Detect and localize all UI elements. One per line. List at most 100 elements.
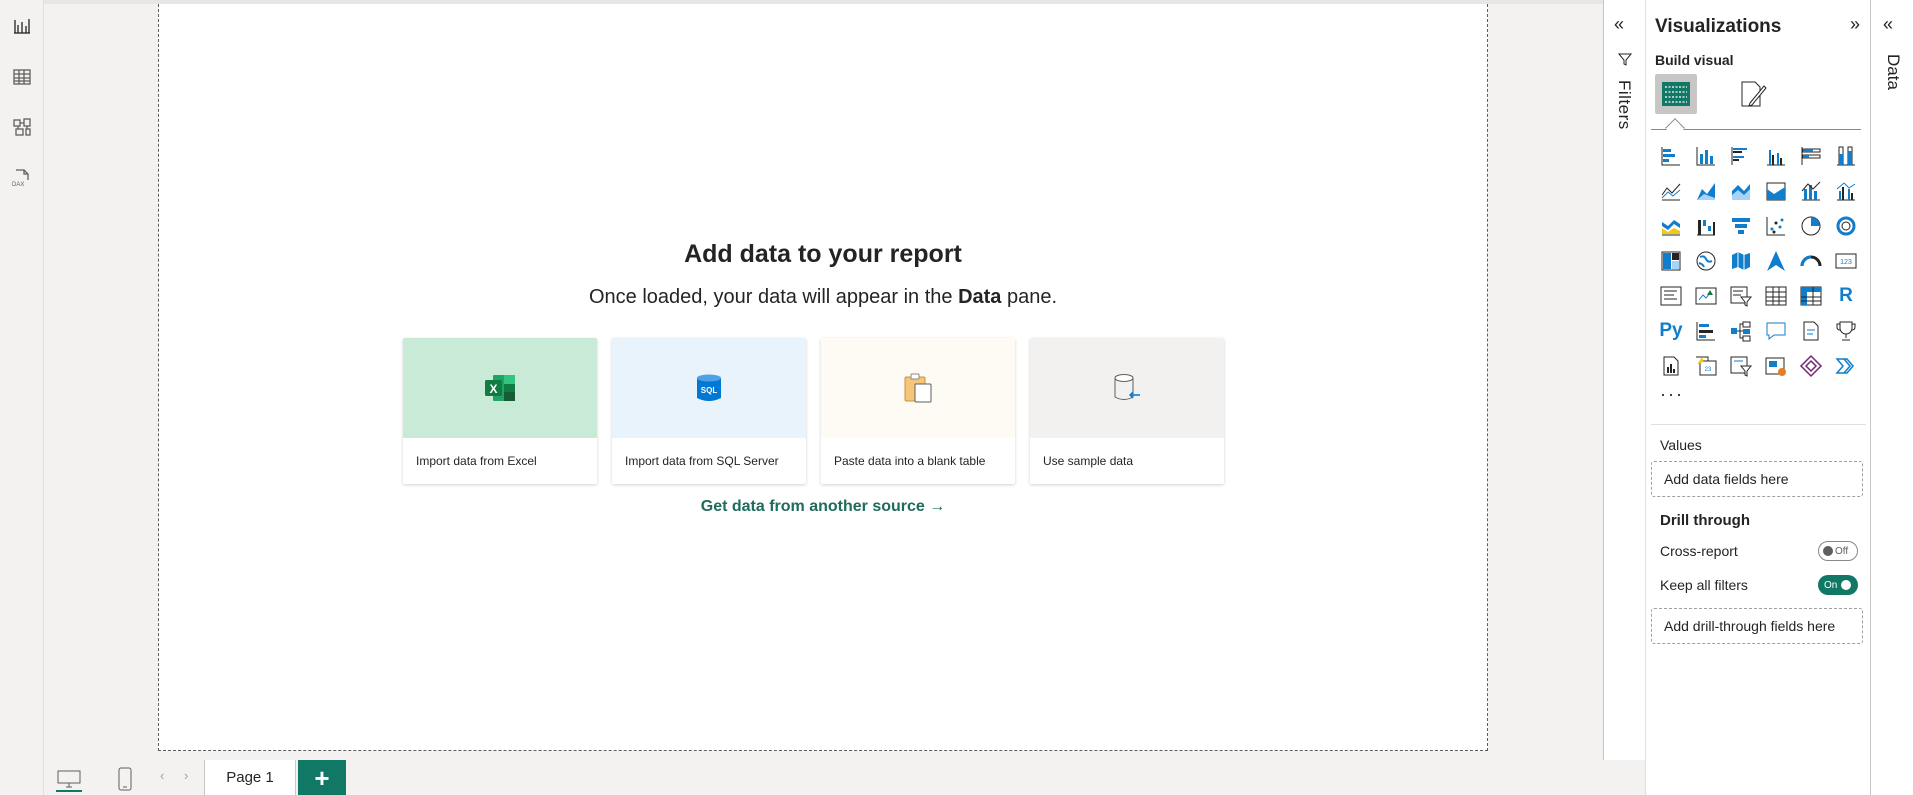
keep-all-filters-toggle[interactable]: On xyxy=(1818,575,1858,595)
cross-report-toggle[interactable]: Off xyxy=(1818,541,1858,561)
stacked-area-chart-icon[interactable] xyxy=(1727,177,1755,205)
card-icon-area xyxy=(821,338,1015,438)
python-visual-icon[interactable]: Py xyxy=(1657,317,1685,345)
table-view-button[interactable] xyxy=(4,59,40,95)
card-icon[interactable]: 123 xyxy=(1832,247,1860,275)
expand-data-icon[interactable]: « xyxy=(1883,14,1893,35)
diamond-visual-icon[interactable] xyxy=(1797,352,1825,380)
stacked-column-chart-icon[interactable] xyxy=(1692,142,1720,170)
dax-icon: DAX xyxy=(12,169,29,188)
sql-icon: SQL xyxy=(697,374,721,401)
format-visual-tab[interactable] xyxy=(1732,74,1774,114)
power-apps-icon[interactable] xyxy=(1727,352,1755,380)
key-influencers-icon[interactable] xyxy=(1692,317,1720,345)
treemap-icon[interactable] xyxy=(1657,247,1685,275)
subtitle-text-before: Once loaded, your data will appear in th… xyxy=(588,286,959,308)
expand-filters-icon[interactable]: « xyxy=(1614,14,1624,35)
filled-map-icon[interactable] xyxy=(1727,247,1755,275)
filters-label: Filters xyxy=(1615,80,1634,130)
values-label: Values xyxy=(1660,437,1702,453)
ribbon-chart-icon[interactable] xyxy=(1657,212,1685,240)
subtitle-bold: Data xyxy=(958,286,1002,308)
import-excel-card[interactable]: X Import data from Excel xyxy=(403,338,597,484)
metrics-icon[interactable] xyxy=(1832,317,1860,345)
decomposition-tree-icon[interactable] xyxy=(1727,317,1755,345)
clustered-column-chart-icon[interactable] xyxy=(1762,142,1790,170)
page-tab[interactable]: Page 1 xyxy=(204,760,296,795)
matrix-icon[interactable] xyxy=(1797,282,1825,310)
import-sql-server-card[interactable]: SQL Import data from SQL Server xyxy=(612,338,806,484)
100-stacked-area-chart-icon[interactable] xyxy=(1762,177,1790,205)
build-visual-label: Build visual xyxy=(1655,52,1734,68)
slicer-icon[interactable] xyxy=(1727,282,1755,310)
svg-text:123: 123 xyxy=(1840,259,1852,266)
drill-through-field-well[interactable]: Add drill-through fields here xyxy=(1651,608,1863,644)
subtitle-text-after: pane. xyxy=(1001,286,1058,308)
cross-report-label: Cross-report xyxy=(1660,543,1738,559)
get-data-link[interactable]: Get data from another source → xyxy=(159,498,1487,516)
clustered-bar-chart-icon[interactable] xyxy=(1727,142,1755,170)
filter-icon xyxy=(1617,52,1633,71)
drill-through-title: Drill through xyxy=(1660,512,1750,529)
clipboard-icon xyxy=(904,373,932,403)
donut-chart-icon[interactable] xyxy=(1832,212,1860,240)
line-and-clustered-column-chart-icon[interactable] xyxy=(1832,177,1860,205)
filters-pane-collapsed[interactable]: « Filters xyxy=(1603,0,1645,760)
100-stacked-column-chart-icon[interactable] xyxy=(1832,142,1860,170)
data-pane-collapsed[interactable]: « Data xyxy=(1870,0,1913,795)
svg-text:X: X xyxy=(489,382,497,396)
card-icon-area: SQL xyxy=(612,338,806,438)
view-rail: DAX xyxy=(0,0,44,795)
area-chart-icon[interactable] xyxy=(1692,177,1720,205)
active-tab-caret xyxy=(1665,118,1685,138)
dax-query-view-button[interactable]: DAX xyxy=(4,160,40,196)
collapse-visualizations-icon[interactable]: » xyxy=(1850,14,1860,35)
stacked-bar-chart-icon[interactable] xyxy=(1657,142,1685,170)
build-visual-icon xyxy=(1662,82,1690,106)
waterfall-chart-icon[interactable] xyxy=(1692,212,1720,240)
build-visual-tab[interactable] xyxy=(1655,74,1697,114)
svg-text:DAX: DAX xyxy=(12,182,24,188)
kpi-icon[interactable] xyxy=(1692,282,1720,310)
data-source-cards: X Import data from Excel SQL Import data… xyxy=(403,338,1224,484)
paginated-report-icon[interactable] xyxy=(1657,352,1685,380)
map-icon[interactable] xyxy=(1692,247,1720,275)
100-stacked-bar-chart-icon[interactable] xyxy=(1797,142,1825,170)
card-icon-area xyxy=(1030,338,1224,438)
power-automate-flow-icon[interactable] xyxy=(1832,352,1860,380)
data-pane-label: Data xyxy=(1884,54,1903,90)
azure-map-icon[interactable] xyxy=(1762,247,1790,275)
toggle-state: On xyxy=(1824,579,1838,591)
azure-map-card-icon[interactable]: 23 xyxy=(1692,352,1720,380)
multi-row-card-icon[interactable] xyxy=(1657,282,1685,310)
table-visual-icon[interactable] xyxy=(1762,282,1790,310)
mobile-layout-button[interactable] xyxy=(116,766,134,792)
r-script-visual-icon[interactable]: R xyxy=(1832,282,1860,310)
line-chart-icon[interactable] xyxy=(1657,177,1685,205)
add-page-button[interactable]: + xyxy=(298,760,346,795)
scatter-chart-icon[interactable] xyxy=(1762,212,1790,240)
smart-narrative-icon[interactable] xyxy=(1797,317,1825,345)
empty-state-subtitle: Once loaded, your data will appear in th… xyxy=(159,286,1487,309)
values-field-well[interactable]: Add data fields here xyxy=(1651,461,1863,497)
report-page[interactable]: Add data to your report Once loaded, you… xyxy=(158,4,1488,751)
monitor-icon xyxy=(57,770,81,788)
visualizations-pane: Visualizations » Build visual 123 R Py 2… xyxy=(1645,0,1870,795)
paste-data-card[interactable]: Paste data into a blank table xyxy=(821,338,1015,484)
pie-chart-icon[interactable] xyxy=(1797,212,1825,240)
line-and-stacked-column-chart-icon[interactable] xyxy=(1797,177,1825,205)
use-sample-data-card[interactable]: Use sample data xyxy=(1030,338,1224,484)
toggle-state: Off xyxy=(1835,545,1849,557)
previous-page-button[interactable]: ‹ xyxy=(160,768,164,783)
visual-types-grid: 123 R Py 23 xyxy=(1657,142,1860,380)
qa-visual-icon[interactable] xyxy=(1762,317,1790,345)
power-automate-icon[interactable] xyxy=(1762,352,1790,380)
model-view-button[interactable] xyxy=(4,109,40,145)
desktop-layout-button[interactable] xyxy=(56,768,82,792)
more-visuals-button[interactable]: ··· xyxy=(1660,384,1684,405)
report-view-button[interactable] xyxy=(4,8,40,44)
next-page-button[interactable]: › xyxy=(184,768,188,783)
card-icon-area: X xyxy=(403,338,597,438)
funnel-chart-icon[interactable] xyxy=(1727,212,1755,240)
gauge-icon[interactable] xyxy=(1797,247,1825,275)
